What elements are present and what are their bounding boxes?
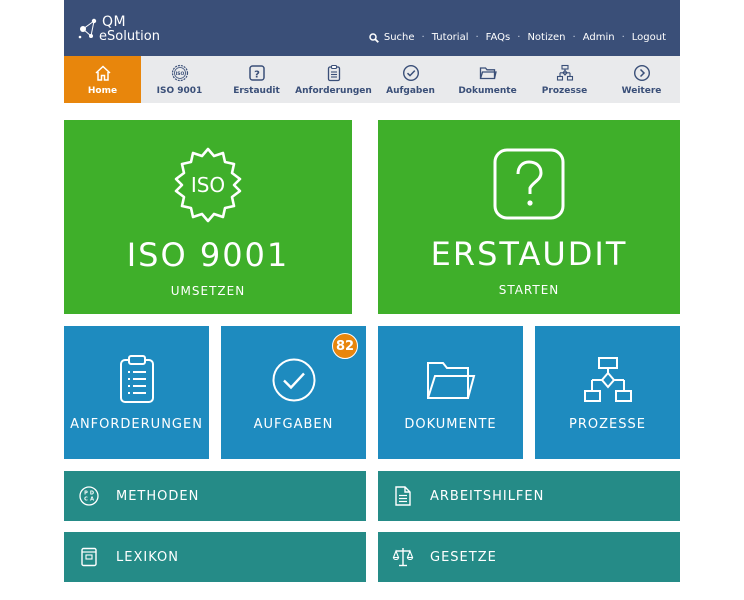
tile-aufgaben[interactable]: 82 AUFGABEN (221, 326, 366, 459)
tile-title: ARBEITSHILFEN (430, 488, 545, 504)
tile-subtitle: UMSETZEN (170, 284, 246, 298)
home-icon (94, 65, 111, 81)
check-circle-icon (402, 64, 419, 82)
scales-icon (392, 548, 414, 567)
tile-dokumente[interactable]: DOKUMENTE (378, 326, 523, 459)
faqs-link[interactable]: FAQs (486, 32, 511, 43)
task-count-badge: 82 (332, 333, 358, 359)
check-circle-icon (272, 358, 315, 402)
tile-anforderungen[interactable]: ANFORDERUNGEN (64, 326, 209, 459)
tile-title: PROZESSE (569, 417, 646, 432)
tile-title: GESETZE (430, 549, 497, 565)
flowchart-icon (583, 357, 632, 402)
clipboard-icon (119, 355, 154, 403)
question-box-icon (493, 148, 565, 220)
tile-gesetze[interactable]: GESETZE (378, 532, 680, 582)
menu-item-weitere[interactable]: Weitere (603, 56, 680, 103)
separator: · (517, 32, 521, 43)
tile-subtitle: STARTEN (498, 283, 560, 297)
separator: · (421, 32, 425, 43)
tile-title: ISO 9001 (126, 236, 290, 274)
brand-line-1: QM (102, 14, 127, 30)
book-icon (81, 547, 97, 567)
tile-title: ERSTAUDIT (430, 235, 628, 273)
menu-item-label: Aufgaben (386, 86, 435, 96)
tutorial-link[interactable]: Tutorial (432, 32, 469, 43)
menu-item-iso-9001[interactable]: ISO ISO 9001 (141, 56, 218, 103)
folder-icon (426, 362, 475, 399)
menu-item-label: Erstaudit (233, 86, 280, 96)
separator: · (475, 32, 479, 43)
admin-link[interactable]: Admin (583, 32, 615, 43)
tile-title: AUFGABEN (253, 417, 334, 432)
tile-iso-9001[interactable]: ISO ISO 9001 UMSETZEN (64, 120, 352, 314)
iso-seal-icon: ISO (174, 147, 242, 223)
pdca-letter: A (90, 497, 94, 503)
svg-text:?: ? (254, 70, 260, 81)
menu-item-prozesse[interactable]: Prozesse (526, 56, 603, 103)
logout-link[interactable]: Logout (632, 32, 666, 43)
tile-prozesse[interactable]: PROZESSE (535, 326, 680, 459)
main-menu: Home ISO ISO 9001 ? Erstaudit Anforderun… (64, 56, 680, 103)
separator: · (572, 32, 576, 43)
search-link[interactable]: Suche (369, 32, 415, 43)
pdca-cycle-icon: P D C A (79, 486, 99, 506)
clipboard-icon (327, 64, 340, 82)
pdca-letter: C (84, 497, 88, 503)
logo-molecule-icon (78, 18, 97, 39)
brand-logo[interactable]: QM eSolution (78, 12, 168, 46)
search-icon (369, 32, 379, 43)
menu-item-label: ISO 9001 (156, 86, 203, 96)
flowchart-icon (556, 64, 573, 81)
top-navigation: Suche · Tutorial · FAQs · Notizen · Admi… (369, 32, 666, 43)
menu-item-label: Prozesse (541, 86, 588, 96)
brand-line-2: eSolution (99, 29, 160, 44)
menu-item-label: Anforderungen (295, 86, 372, 96)
iso-seal-text: ISO (191, 173, 225, 197)
question-icon: ? (248, 65, 265, 81)
tile-title: DOKUMENTE (404, 417, 497, 432)
menu-item-aufgaben[interactable]: Aufgaben (372, 56, 449, 103)
tile-erstaudit[interactable]: ERSTAUDIT STARTEN (378, 120, 680, 314)
tile-arbeitshilfen[interactable]: ARBEITSHILFEN (378, 471, 680, 521)
separator: · (621, 32, 625, 43)
menu-item-dokumente[interactable]: Dokumente (449, 56, 526, 103)
menu-item-label: Dokumente (458, 86, 517, 96)
menu-item-label: Home (87, 86, 118, 96)
tile-title: METHODEN (116, 488, 200, 504)
tile-title: LEXIKON (116, 549, 179, 565)
notizen-link[interactable]: Notizen (527, 32, 565, 43)
tile-methoden[interactable]: P D C A METHODEN (64, 471, 366, 521)
folder-icon (479, 67, 497, 80)
menu-item-anforderungen[interactable]: Anforderungen (295, 56, 372, 103)
iso-badge-icon: ISO (171, 64, 188, 82)
menu-item-erstaudit[interactable]: ? Erstaudit (218, 56, 295, 103)
search-label: Suche (383, 32, 415, 43)
menu-item-label: Weitere (621, 86, 662, 96)
tile-lexikon[interactable]: LEXIKON (64, 532, 366, 582)
top-header: QM eSolution Suche · Tutorial · FAQs · N… (64, 0, 680, 56)
tile-title: ANFORDERUNGEN (70, 417, 203, 432)
svg-text:ISO: ISO (175, 71, 184, 77)
document-icon (395, 486, 411, 506)
menu-item-home[interactable]: Home (64, 56, 141, 103)
chevron-right-circle-icon (633, 64, 650, 82)
